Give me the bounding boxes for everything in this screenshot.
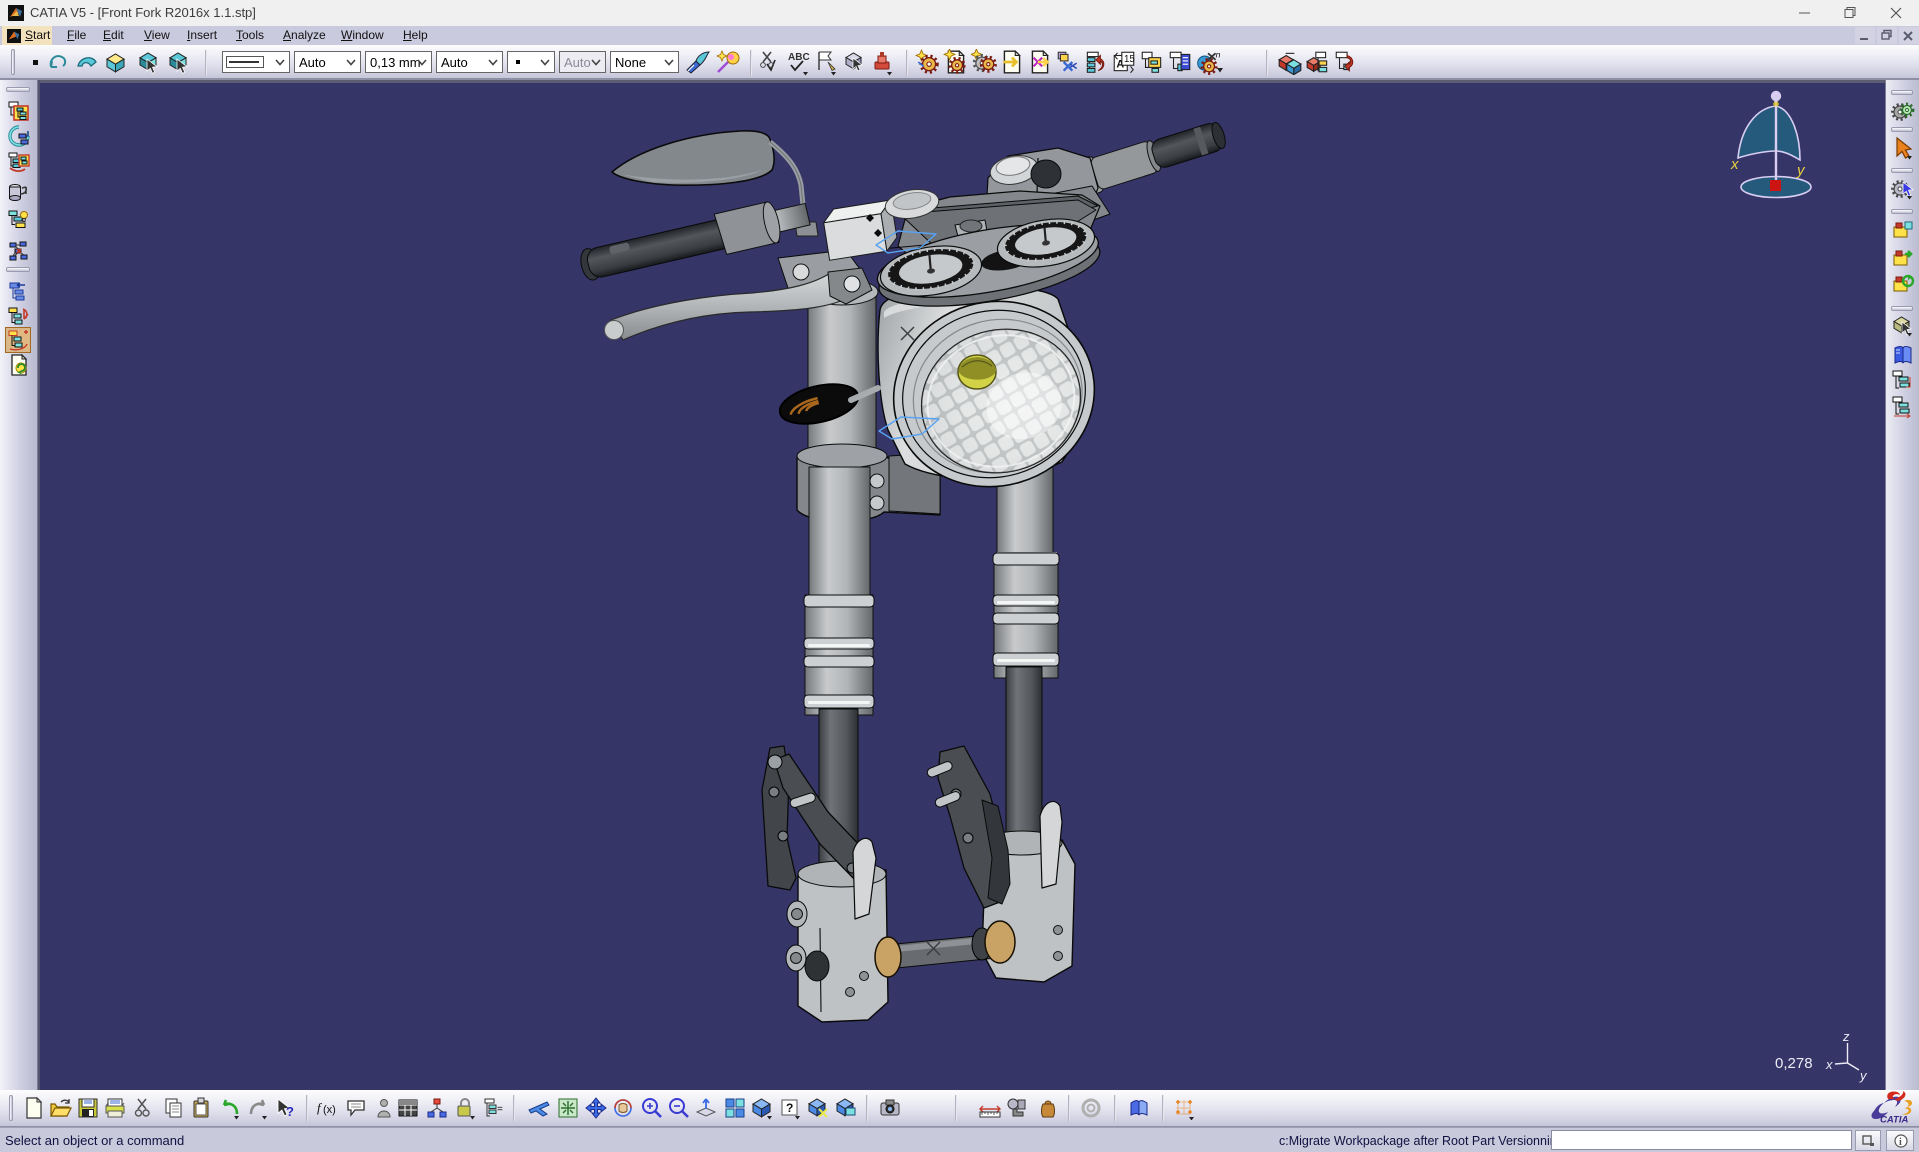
- svg-text:15: 15: [1124, 54, 1135, 65]
- svg-text:x: x: [1825, 1057, 1833, 1072]
- svg-text:i: i: [1899, 1137, 1902, 1148]
- svg-text:(x): (x): [323, 1104, 336, 1116]
- svg-text:n: n: [1216, 50, 1221, 60]
- svg-text:CATIA: CATIA: [1880, 1115, 1908, 1125]
- svg-text:?: ?: [786, 1101, 793, 1115]
- svg-text:=: =: [497, 1104, 503, 1115]
- svg-text:x: x: [1730, 156, 1739, 173]
- svg-text:z: z: [1842, 1029, 1850, 1044]
- svg-text:0,278: 0,278: [1775, 1055, 1813, 1072]
- svg-text:?: ?: [286, 1104, 294, 1119]
- svg-text:ABC: ABC: [788, 52, 810, 63]
